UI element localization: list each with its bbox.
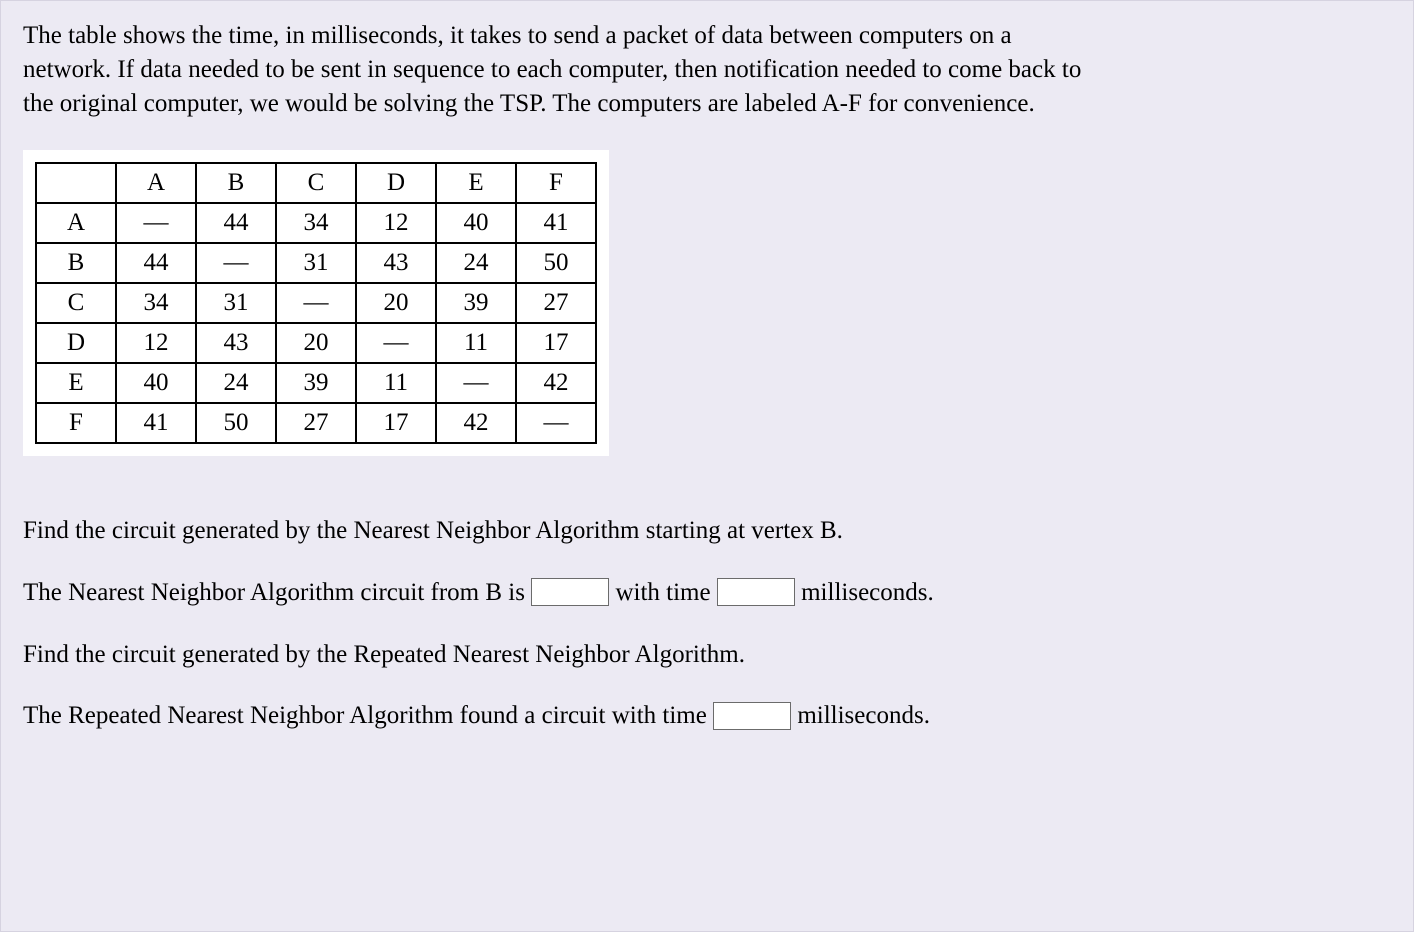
distance-table-wrap: A B C D E F A—4434124041B44—31432450C343… <box>23 150 609 456</box>
row-label: C <box>36 283 116 323</box>
table-cell: 31 <box>196 283 276 323</box>
col-header: A <box>116 163 196 203</box>
col-header <box>36 163 116 203</box>
table-cell: 44 <box>196 203 276 243</box>
distance-table: A B C D E F A—4434124041B44—31432450C343… <box>35 162 597 444</box>
table-cell: 50 <box>516 243 596 283</box>
table-cell: 31 <box>276 243 356 283</box>
table-cell: 24 <box>196 363 276 403</box>
table-row: C3431—203927 <box>36 283 596 323</box>
table-cell: 24 <box>436 243 516 283</box>
table-cell: 41 <box>516 203 596 243</box>
table-row: F4150271742— <box>36 403 596 443</box>
table-row: B44—31432450 <box>36 243 596 283</box>
table-cell: 34 <box>276 203 356 243</box>
table-row: A—4434124041 <box>36 203 596 243</box>
q2-pre-text: The Repeated Nearest Neighbor Algorithm … <box>23 702 713 729</box>
table-row: D124320—1117 <box>36 323 596 363</box>
row-label: F <box>36 403 116 443</box>
table-cell: 40 <box>436 203 516 243</box>
circuit-from-b-input[interactable] <box>531 578 609 606</box>
table-cell: 43 <box>356 243 436 283</box>
q1-mid-text: with time <box>615 579 716 606</box>
q2-prompt: Find the circuit generated by the Repeat… <box>23 638 1391 672</box>
row-label: E <box>36 363 116 403</box>
table-cell: 39 <box>276 363 356 403</box>
table-cell: 41 <box>116 403 196 443</box>
table-header-row: A B C D E F <box>36 163 596 203</box>
q1-answer-line: The Nearest Neighbor Algorithm circuit f… <box>23 576 1391 610</box>
table-cell: — <box>276 283 356 323</box>
table-cell: 12 <box>356 203 436 243</box>
col-header: C <box>276 163 356 203</box>
table-cell: 12 <box>116 323 196 363</box>
table-row: E40243911—42 <box>36 363 596 403</box>
table-cell: 20 <box>356 283 436 323</box>
table-cell: 43 <box>196 323 276 363</box>
q1-prompt: Find the circuit generated by the Neares… <box>23 514 1391 548</box>
table-cell: 17 <box>516 323 596 363</box>
table-cell: 50 <box>196 403 276 443</box>
table-cell: — <box>116 203 196 243</box>
q2-answer-line: The Repeated Nearest Neighbor Algorithm … <box>23 699 1391 733</box>
row-label: A <box>36 203 116 243</box>
table-cell: 20 <box>276 323 356 363</box>
q1-post-text: milliseconds. <box>801 579 934 606</box>
row-label: B <box>36 243 116 283</box>
q2-post-text: milliseconds. <box>797 702 930 729</box>
col-header: B <box>196 163 276 203</box>
row-label: D <box>36 323 116 363</box>
col-header: F <box>516 163 596 203</box>
table-cell: 42 <box>436 403 516 443</box>
question-block: Find the circuit generated by the Neares… <box>23 514 1391 733</box>
table-cell: 44 <box>116 243 196 283</box>
table-cell: — <box>356 323 436 363</box>
table-cell: — <box>196 243 276 283</box>
table-cell: 27 <box>516 283 596 323</box>
rnna-time-input[interactable] <box>713 702 791 730</box>
col-header: D <box>356 163 436 203</box>
table-cell: 42 <box>516 363 596 403</box>
table-cell: 34 <box>116 283 196 323</box>
table-cell: 11 <box>436 323 516 363</box>
table-cell: 40 <box>116 363 196 403</box>
intro-paragraph: The table shows the time, in millisecond… <box>23 19 1103 120</box>
table-cell: 17 <box>356 403 436 443</box>
table-cell: 39 <box>436 283 516 323</box>
q1-pre-text: The Nearest Neighbor Algorithm circuit f… <box>23 579 531 606</box>
table-cell: 11 <box>356 363 436 403</box>
table-cell: — <box>436 363 516 403</box>
time-from-b-input[interactable] <box>717 578 795 606</box>
col-header: E <box>436 163 516 203</box>
table-cell: 27 <box>276 403 356 443</box>
table-body: A—4434124041B44—31432450C3431—203927D124… <box>36 203 596 443</box>
table-cell: — <box>516 403 596 443</box>
